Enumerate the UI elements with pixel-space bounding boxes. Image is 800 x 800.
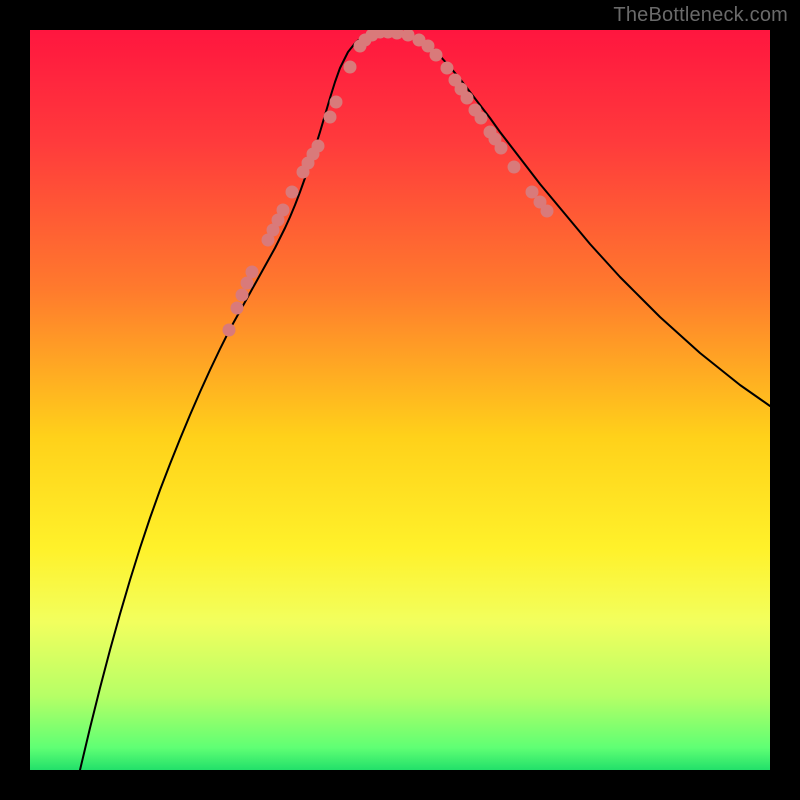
plot-area xyxy=(30,30,770,770)
data-marker xyxy=(541,205,554,218)
data-marker xyxy=(236,289,249,302)
data-marker xyxy=(330,96,343,109)
data-marker xyxy=(344,61,357,74)
data-marker xyxy=(324,111,337,124)
data-marker xyxy=(286,186,299,199)
data-marker xyxy=(461,92,474,105)
data-marker xyxy=(430,49,443,62)
data-marker xyxy=(231,302,244,315)
data-marker xyxy=(246,266,259,279)
data-marker xyxy=(223,324,236,337)
data-marker xyxy=(312,140,325,153)
data-marker xyxy=(495,142,508,155)
chart-frame: TheBottleneck.com xyxy=(0,0,800,800)
gradient-background xyxy=(30,30,770,770)
data-marker xyxy=(508,161,521,174)
watermark-text: TheBottleneck.com xyxy=(613,4,788,27)
data-marker xyxy=(441,62,454,75)
data-marker xyxy=(277,204,290,217)
plot-svg xyxy=(30,30,770,770)
data-marker xyxy=(475,112,488,125)
